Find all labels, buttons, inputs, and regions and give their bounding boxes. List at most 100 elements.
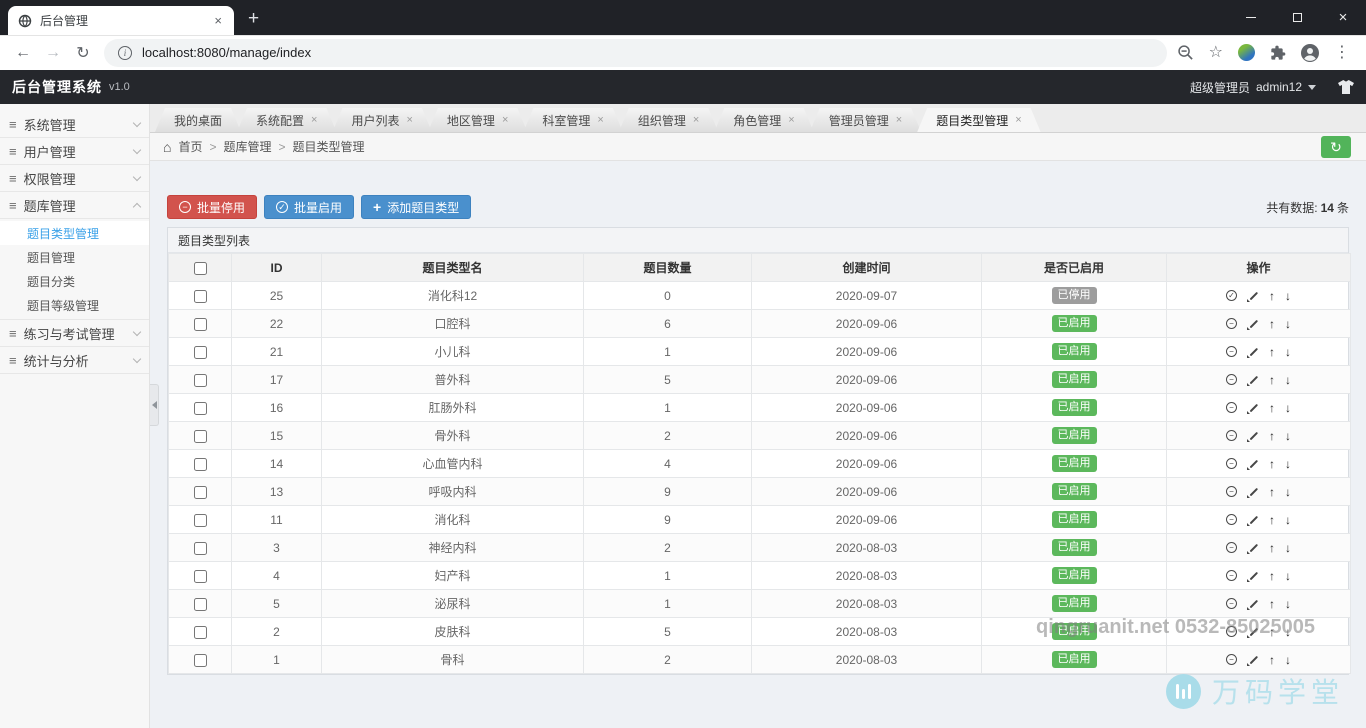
row-checkbox[interactable] <box>194 290 207 303</box>
disable-row-icon[interactable]: − <box>1226 570 1237 581</box>
edit-icon[interactable] <box>1247 570 1259 582</box>
edit-icon[interactable] <box>1247 626 1259 638</box>
row-checkbox[interactable] <box>194 374 207 387</box>
move-down-icon[interactable]: ↓ <box>1285 402 1291 414</box>
disable-row-icon[interactable]: − <box>1226 402 1237 413</box>
disable-row-icon[interactable]: − <box>1226 514 1237 525</box>
close-tab-icon[interactable]: × <box>597 114 603 126</box>
row-checkbox[interactable] <box>194 430 207 443</box>
app-tab[interactable]: 系统配置 × <box>237 108 336 132</box>
close-tab-icon[interactable]: × <box>788 114 794 126</box>
app-tab[interactable]: 管理员管理 × <box>810 108 921 132</box>
sidebar-subitem[interactable]: 题目等级管理 <box>0 293 149 317</box>
forward-button[interactable]: → <box>38 38 68 68</box>
move-down-icon[interactable]: ↓ <box>1285 458 1291 470</box>
move-down-icon[interactable]: ↓ <box>1285 374 1291 386</box>
row-checkbox[interactable] <box>194 542 207 555</box>
edit-icon[interactable] <box>1247 346 1259 358</box>
sidebar-subitem[interactable]: 题目管理 <box>0 245 149 269</box>
move-up-icon[interactable]: ↑ <box>1269 346 1275 358</box>
app-tab[interactable]: 我的桌面 <box>155 108 241 132</box>
tab-close-icon[interactable]: × <box>212 13 224 28</box>
app-tab[interactable]: 题目类型管理 × <box>917 108 1040 132</box>
sidebar-item[interactable]: ≡系统管理 <box>0 111 149 138</box>
move-down-icon[interactable]: ↓ <box>1285 570 1291 582</box>
close-tab-icon[interactable]: × <box>693 114 699 126</box>
row-checkbox[interactable] <box>194 570 207 583</box>
extensions-puzzle-icon[interactable] <box>1270 45 1286 61</box>
back-button[interactable]: ← <box>8 38 38 68</box>
reload-button[interactable]: ↻ <box>68 38 98 68</box>
row-checkbox[interactable] <box>194 318 207 331</box>
select-all-checkbox[interactable] <box>194 262 207 275</box>
disable-row-icon[interactable]: − <box>1226 598 1237 609</box>
breadcrumb-item[interactable]: 首页 <box>178 138 202 155</box>
sidebar-item[interactable]: ≡题库管理 <box>0 192 149 219</box>
sidebar-item[interactable]: ≡权限管理 <box>0 165 149 192</box>
disable-row-icon[interactable]: − <box>1226 486 1237 497</box>
edit-icon[interactable] <box>1247 374 1259 386</box>
sidebar-item[interactable]: ≡练习与考试管理 <box>0 320 149 347</box>
browser-tab[interactable]: 后台管理 × <box>8 6 234 35</box>
disable-row-icon[interactable]: − <box>1226 346 1237 357</box>
edit-icon[interactable] <box>1247 654 1259 666</box>
move-down-icon[interactable]: ↓ <box>1285 486 1291 498</box>
move-up-icon[interactable]: ↑ <box>1269 430 1275 442</box>
add-question-type-button[interactable]: + 添加题目类型 <box>361 195 471 219</box>
site-info-icon[interactable]: i <box>118 46 132 60</box>
disable-row-icon[interactable]: − <box>1226 654 1237 665</box>
refresh-page-button[interactable]: ↻ <box>1321 136 1351 158</box>
row-checkbox[interactable] <box>194 626 207 639</box>
sidebar-subitem[interactable]: 题目类型管理 <box>0 221 149 245</box>
move-up-icon[interactable]: ↑ <box>1269 570 1275 582</box>
move-up-icon[interactable]: ↑ <box>1269 374 1275 386</box>
row-checkbox[interactable] <box>194 486 207 499</box>
move-down-icon[interactable]: ↓ <box>1285 318 1291 330</box>
move-up-icon[interactable]: ↑ <box>1269 514 1275 526</box>
move-up-icon[interactable]: ↑ <box>1269 402 1275 414</box>
sidebar-collapse-handle[interactable] <box>150 384 159 426</box>
address-bar[interactable]: i localhost:8080/manage/index <box>104 39 1167 67</box>
app-tab[interactable]: 科室管理 × <box>523 108 622 132</box>
profile-avatar[interactable] <box>1301 44 1319 62</box>
new-tab-button[interactable]: + <box>248 9 259 28</box>
idm-extension-icon[interactable] <box>1238 44 1255 61</box>
edit-icon[interactable] <box>1247 542 1259 554</box>
close-window-button[interactable]: × <box>1320 0 1366 35</box>
move-down-icon[interactable]: ↓ <box>1285 626 1291 638</box>
move-up-icon[interactable]: ↑ <box>1269 626 1275 638</box>
move-down-icon[interactable]: ↓ <box>1285 598 1291 610</box>
move-down-icon[interactable]: ↓ <box>1285 514 1291 526</box>
close-tab-icon[interactable]: × <box>311 114 317 126</box>
zoom-out-icon[interactable] <box>1177 44 1194 61</box>
edit-icon[interactable] <box>1247 486 1259 498</box>
disable-row-icon[interactable]: − <box>1226 542 1237 553</box>
batch-disable-button[interactable]: − 批量停用 <box>167 195 257 219</box>
row-checkbox[interactable] <box>194 654 207 667</box>
disable-row-icon[interactable]: − <box>1226 374 1237 385</box>
row-checkbox[interactable] <box>194 514 207 527</box>
browser-menu-icon[interactable]: ⋮ <box>1334 45 1350 61</box>
row-checkbox[interactable] <box>194 458 207 471</box>
sidebar-item[interactable]: ≡用户管理 <box>0 138 149 165</box>
maximize-button[interactable] <box>1274 0 1320 35</box>
admin-dropdown[interactable]: admin12 <box>1256 80 1302 94</box>
disable-row-icon[interactable]: − <box>1226 626 1237 637</box>
edit-icon[interactable] <box>1247 318 1259 330</box>
app-tab[interactable]: 地区管理 × <box>428 108 527 132</box>
close-tab-icon[interactable]: × <box>896 114 902 126</box>
breadcrumb-item[interactable]: 题库管理 <box>224 138 272 155</box>
edit-icon[interactable] <box>1247 458 1259 470</box>
move-up-icon[interactable]: ↑ <box>1269 290 1275 302</box>
close-tab-icon[interactable]: × <box>502 114 508 126</box>
move-down-icon[interactable]: ↓ <box>1285 346 1291 358</box>
breadcrumb-item[interactable]: 题目类型管理 <box>293 138 365 155</box>
move-down-icon[interactable]: ↓ <box>1285 430 1291 442</box>
move-down-icon[interactable]: ↓ <box>1285 290 1291 302</box>
edit-icon[interactable] <box>1247 598 1259 610</box>
row-checkbox[interactable] <box>194 346 207 359</box>
app-tab[interactable]: 组织管理 × <box>619 108 718 132</box>
edit-icon[interactable] <box>1247 430 1259 442</box>
minimize-button[interactable] <box>1228 0 1274 35</box>
edit-icon[interactable] <box>1247 290 1259 302</box>
